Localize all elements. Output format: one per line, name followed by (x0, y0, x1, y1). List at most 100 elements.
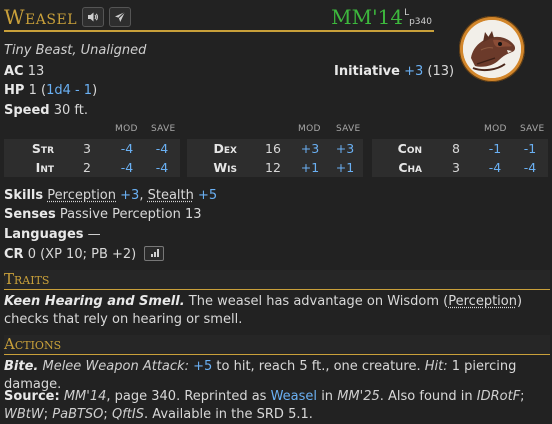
send-icon (115, 11, 126, 22)
source-text-d: . Available in the SRD 5.1. (143, 407, 313, 422)
ability-score: 8 (452, 141, 460, 156)
hp-value: 1 (28, 83, 37, 98)
speed-label: Speed (4, 103, 50, 118)
hit-points: HP 1 (1d4 - 1) (4, 82, 97, 100)
creature-token[interactable] (459, 16, 525, 82)
ability-save-roll[interactable]: -4 (149, 139, 175, 158)
save-header: SAVE (336, 124, 361, 134)
to-hit-roll[interactable]: +5 (193, 359, 212, 374)
reprint-link[interactable]: Weasel (271, 389, 317, 404)
save-header: SAVE (520, 124, 545, 134)
ability-name: Dex (213, 141, 237, 156)
save-header: SAVE (151, 124, 176, 134)
action-name: Bite. (4, 359, 39, 374)
initiative: Initiative +3 (13) (334, 63, 454, 81)
send-to-chat-button[interactable] (109, 7, 131, 27)
languages: Languages — (4, 226, 101, 244)
ability-save-roll[interactable]: +3 (332, 139, 358, 158)
skill-stealth-link[interactable]: Stealth (148, 188, 194, 203)
speed-value: 30 ft. (53, 103, 89, 118)
hp-label: HP (4, 83, 25, 98)
source-abbreviation[interactable]: MM'14 (331, 5, 403, 29)
ability-save-roll[interactable]: -4 (149, 158, 175, 177)
ability-group: Dex 16 +3 +3 Wis 12 +1 +1 (187, 139, 363, 177)
perception-link[interactable]: Perception (448, 294, 517, 309)
source-label: Source: (4, 389, 60, 404)
creature-name: Weasel (4, 5, 77, 29)
ability-mod-roll[interactable]: +3 (297, 139, 323, 158)
also-found-book[interactable]: QftIS (112, 407, 144, 422)
token-portrait (463, 20, 521, 78)
ability-name: Str (31, 141, 54, 156)
ability-mod-roll[interactable]: +1 (297, 158, 323, 177)
cr-label: CR (4, 247, 24, 262)
ability-score: 3 (452, 160, 460, 175)
ac-label: AC (4, 64, 24, 79)
ability-mod-roll[interactable]: -4 (114, 139, 140, 158)
actions-heading: Actions (4, 335, 550, 355)
ability-row: Wis 12 +1 +1 (187, 158, 363, 177)
action-text-a: to hit, reach 5 ft., one creature. (216, 359, 421, 374)
initiative-roll[interactable]: +3 (404, 64, 423, 79)
ability-row: Str 3 -4 -4 (4, 139, 180, 158)
ability-row: Con 8 -1 -1 (372, 139, 548, 158)
source-book[interactable]: MM'14 (64, 389, 107, 404)
also-found-book[interactable]: IDRotF (477, 389, 520, 404)
ability-score: 16 (265, 141, 281, 156)
source-text-a: , page 340. Reprinted as (106, 389, 267, 404)
ability-name: Cha (398, 160, 422, 175)
skill-perception-roll[interactable]: +3 (120, 188, 139, 203)
ability-row: Dex 16 +3 +3 (187, 139, 363, 158)
ability-name: Wis (213, 160, 237, 175)
senses-label: Senses (4, 207, 56, 222)
ability-name: Con (397, 141, 422, 156)
separator: ; (43, 407, 49, 422)
skill-stealth-roll[interactable]: +5 (198, 188, 217, 203)
source-tag[interactable]: MM'14 L p340 (331, 5, 434, 29)
trait-entry: Keen Hearing and Smell. The weasel has a… (4, 293, 550, 329)
source-note: Source: MM'14, page 340. Reprinted as We… (4, 388, 550, 424)
reprint-book[interactable]: MM'25 (337, 389, 380, 404)
ability-mod-roll[interactable]: -4 (482, 158, 508, 177)
trait-name: Keen Hearing and Smell. (4, 294, 185, 309)
ability-save-roll[interactable]: -1 (517, 139, 543, 158)
pronounce-button[interactable] (82, 7, 104, 27)
mod-header: MOD (484, 124, 507, 134)
source-text-c: . Also found in (379, 389, 473, 404)
ability-save-roll[interactable]: -4 (517, 158, 543, 177)
skill-separator: , (139, 188, 144, 203)
source-legacy-marker: L (404, 8, 410, 18)
ability-mod-roll[interactable]: -1 (482, 139, 508, 158)
weasel-token-image (463, 20, 521, 78)
skills: Skills Perception +3, Stealth +5 (4, 187, 217, 205)
languages-label: Languages (4, 227, 84, 242)
attack-type: Melee Weapon Attack: (42, 359, 189, 374)
challenge-rating: CR 0 (XP 10; PB +2) (4, 246, 165, 264)
cr-scaler-button[interactable] (144, 246, 165, 261)
initiative-label: Initiative (334, 64, 400, 79)
senses-value: Passive Perception 13 (59, 207, 202, 222)
ability-save-roll[interactable]: +1 (332, 158, 358, 177)
ability-mod-roll[interactable]: -4 (114, 158, 140, 177)
source-page: p340 (409, 17, 432, 27)
ability-score: 2 (83, 160, 91, 175)
languages-value: — (87, 227, 101, 242)
mod-header: MOD (115, 124, 138, 134)
ability-group: Con 8 -1 -1 Cha 3 -4 -4 (372, 139, 548, 177)
speaker-icon (88, 12, 98, 22)
separator: ; (103, 407, 108, 422)
hp-close: ) (92, 83, 98, 98)
ability-group: Str 3 -4 -4 Int 2 -4 -4 (4, 139, 180, 177)
hp-formula-roll[interactable]: 1d4 - 1 (46, 83, 92, 98)
ability-row: Int 2 -4 -4 (4, 158, 180, 177)
skill-perception-link[interactable]: Perception (47, 188, 116, 203)
skills-label: Skills (4, 188, 44, 203)
traits-heading: Traits (4, 270, 550, 290)
senses: Senses Passive Perception 13 (4, 206, 202, 224)
also-found-book[interactable]: PaBTSO (52, 407, 103, 422)
speed: Speed 30 ft. (4, 102, 88, 120)
source-text-b: in (321, 389, 334, 404)
cr-value: 0 (XP 10; PB +2) (27, 247, 137, 262)
also-found-book[interactable]: WBtW (4, 407, 44, 422)
armor-class: AC 13 (4, 63, 44, 81)
